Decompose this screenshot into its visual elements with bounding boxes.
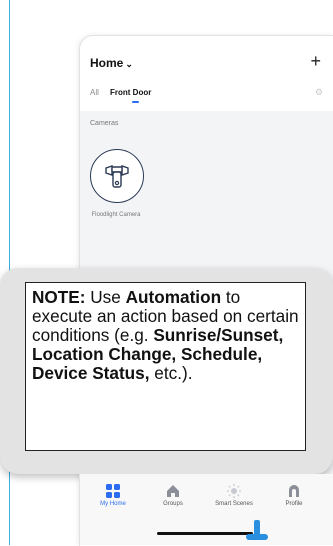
note-text-1: Use	[85, 287, 126, 307]
pointer-marker-base	[246, 534, 268, 540]
device-label: Floodlight Camera	[91, 212, 141, 218]
add-icon[interactable]: +	[310, 52, 321, 70]
nav-smart-scenes[interactable]: Smart Scenes	[204, 484, 264, 507]
home-selector[interactable]: Home ⌄	[90, 56, 133, 70]
room-tabs: All Front Door ⚙	[90, 87, 323, 104]
bottom-nav: My Home Groups Smart Scenes Profile	[79, 474, 333, 545]
nav-label-profile: Profile	[285, 501, 303, 507]
tab-all[interactable]: All	[90, 88, 99, 97]
home-title: Home	[90, 56, 124, 70]
gear-icon[interactable]: ⚙	[315, 87, 323, 98]
note-text: NOTE: Use Automation to execute an actio…	[32, 288, 299, 383]
device-card-floodlight-camera[interactable]: Floodlight Camera	[90, 143, 150, 253]
home-header: Home ⌄ +	[90, 52, 323, 76]
note-keyword-automation: Automation	[125, 287, 222, 307]
floodlight-camera-icon	[90, 149, 144, 203]
grid-icon	[106, 484, 120, 498]
nav-label-smart-scenes: Smart Scenes	[215, 501, 253, 507]
profile-icon	[289, 485, 299, 497]
chevron-down-icon: ⌄	[125, 59, 133, 69]
note-text-3: etc.).	[149, 363, 193, 383]
tab-front-door[interactable]: Front Door	[110, 88, 151, 97]
nav-groups[interactable]: Groups	[143, 484, 203, 507]
active-tab-indicator	[132, 101, 139, 103]
nav-my-home[interactable]: My Home	[83, 484, 143, 507]
home-indicator	[157, 532, 253, 535]
section-label-cameras: Cameras	[90, 120, 119, 127]
house-icon	[167, 485, 179, 497]
nav-label-my-home: My Home	[100, 501, 126, 507]
sun-icon	[227, 484, 241, 498]
nav-profile[interactable]: Profile	[264, 484, 324, 507]
note-lead: NOTE:	[32, 287, 86, 307]
nav-label-groups: Groups	[163, 501, 183, 507]
note-box: NOTE: Use Automation to execute an actio…	[25, 282, 306, 451]
status-bar	[80, 36, 333, 50]
